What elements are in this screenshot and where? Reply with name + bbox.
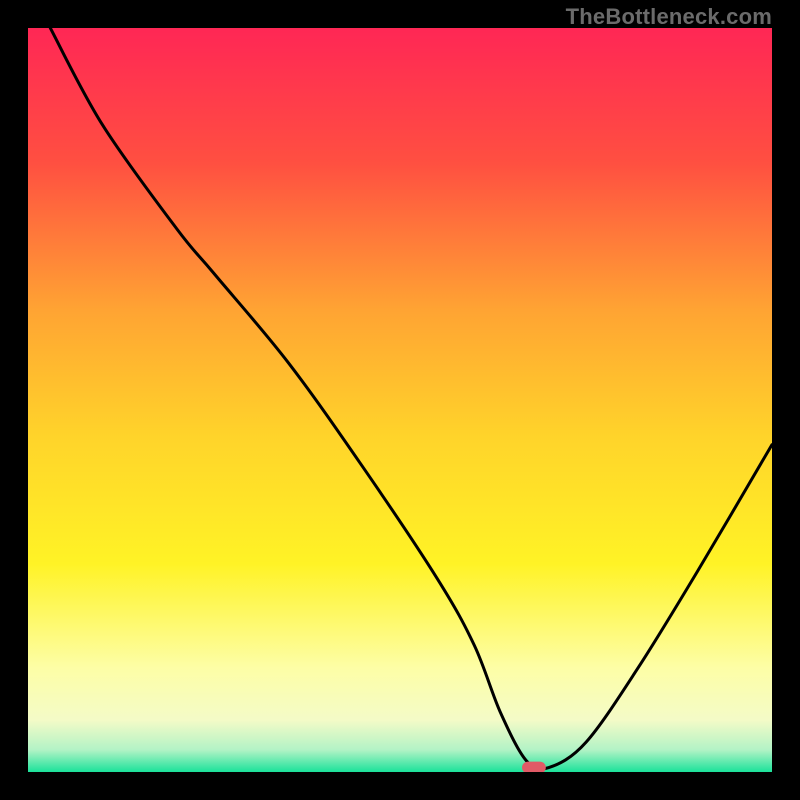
- plot-area: [28, 28, 772, 772]
- selected-point: [522, 762, 546, 772]
- watermark-label: TheBottleneck.com: [566, 4, 772, 30]
- markers-group: [522, 762, 546, 772]
- chart-background: [28, 28, 772, 772]
- chart-frame: TheBottleneck.com: [0, 0, 800, 800]
- bottleneck-chart: [28, 28, 772, 772]
